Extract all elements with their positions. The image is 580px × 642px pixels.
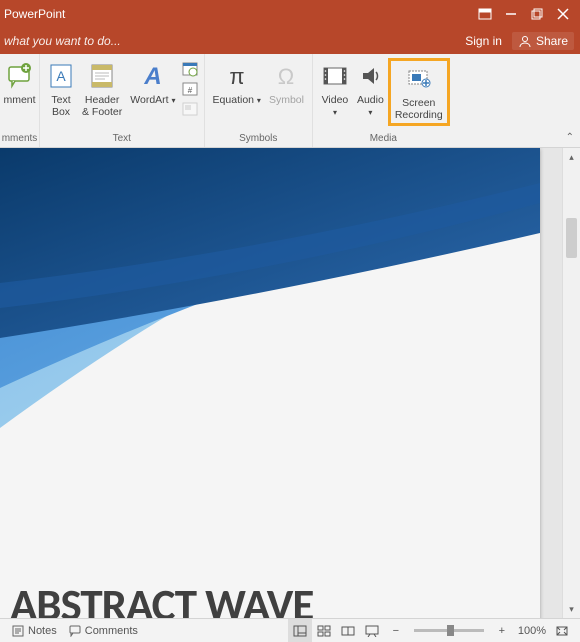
header-footer-label: Header & Footer: [82, 94, 122, 118]
symbol-icon: Ω: [272, 60, 300, 92]
wave-graphic: [0, 148, 540, 458]
text-group-label: Text: [40, 131, 204, 147]
screen-recording-button[interactable]: Screen Recording: [388, 58, 450, 126]
comments-group: mment mments: [0, 54, 40, 147]
comments-button[interactable]: Comments: [63, 619, 144, 642]
text-box-label: Text Box: [51, 94, 70, 118]
symbol-button[interactable]: Ω Symbol: [265, 58, 308, 108]
screen-recording-label: Screen Recording: [395, 97, 443, 121]
tellme-row: what you want to do... Sign in Share: [0, 28, 580, 54]
audio-button[interactable]: Audio▾: [353, 58, 388, 120]
new-comment-button[interactable]: mment: [0, 58, 40, 108]
slide-area[interactable]: ABSTRACT WAVE Click to add subtitle: [0, 148, 562, 618]
date-time-button[interactable]: [180, 60, 200, 78]
svg-text:#: #: [187, 86, 192, 95]
date-time-icon: [182, 61, 198, 77]
slideshow-view-button[interactable]: [360, 619, 384, 642]
slide[interactable]: ABSTRACT WAVE Click to add subtitle: [0, 148, 540, 618]
app-name: PowerPoint: [0, 7, 65, 21]
video-icon: [321, 60, 349, 92]
minimize-button[interactable]: [498, 0, 524, 28]
comments-group-label: mments: [0, 131, 39, 147]
symbols-group-label: Symbols: [205, 131, 312, 147]
text-small-buttons: #: [180, 58, 200, 118]
header-footer-icon: [89, 60, 115, 92]
video-label: Video▾: [322, 94, 349, 118]
equation-label: Equation ▾: [213, 94, 261, 106]
collapse-ribbon-button[interactable]: ⌃: [566, 132, 574, 143]
sign-in-link[interactable]: Sign in: [465, 34, 502, 48]
zoom-in-button[interactable]: +: [490, 619, 514, 642]
notes-label: Notes: [28, 625, 57, 637]
scroll-down-button[interactable]: ▾: [563, 600, 580, 618]
svg-text:Ω: Ω: [278, 64, 294, 89]
audio-label: Audio▾: [357, 94, 384, 118]
screen-recording-icon: [405, 63, 433, 95]
comments-label: Comments: [85, 625, 138, 637]
video-button[interactable]: Video▾: [317, 58, 353, 120]
title-bar: PowerPoint: [0, 0, 580, 28]
status-bar: Notes Comments − + 100%: [0, 618, 580, 642]
share-icon: [518, 34, 532, 48]
text-box-button[interactable]: A Text Box: [44, 58, 78, 120]
tell-me-input[interactable]: what you want to do...: [0, 34, 121, 48]
object-button[interactable]: [180, 100, 200, 118]
wordart-icon: A: [140, 60, 166, 92]
object-icon: [182, 101, 198, 117]
slide-number-icon: #: [182, 81, 198, 97]
media-group: Video▾ Audio▾ Screen Recording Media: [313, 54, 454, 147]
zoom-out-button[interactable]: −: [384, 619, 408, 642]
comment-label: mment: [3, 94, 35, 106]
svg-text:A: A: [56, 68, 66, 84]
ribbon: mment mments A Text Box Header & Footer …: [0, 54, 580, 148]
share-button[interactable]: Share: [512, 32, 574, 50]
equation-icon: π: [222, 60, 252, 92]
wordart-label: WordArt ▾: [130, 94, 175, 106]
audio-icon: [357, 60, 383, 92]
vertical-scrollbar[interactable]: ▴ ▾: [562, 148, 580, 618]
restore-button[interactable]: [524, 0, 550, 28]
notes-icon: [12, 625, 24, 637]
slide-number-button[interactable]: #: [180, 80, 200, 98]
comments-icon: [69, 625, 81, 637]
window-buttons: [472, 0, 576, 28]
wordart-button[interactable]: A WordArt ▾: [126, 58, 179, 108]
scroll-thumb[interactable]: [566, 218, 577, 258]
slide-title[interactable]: ABSTRACT WAVE: [10, 578, 313, 618]
fit-to-window-button[interactable]: [550, 619, 574, 642]
scroll-up-button[interactable]: ▴: [563, 148, 580, 166]
zoom-slider-handle[interactable]: [447, 625, 454, 636]
slide-sorter-view-button[interactable]: [312, 619, 336, 642]
text-group: A Text Box Header & Footer A WordArt ▾: [40, 54, 205, 147]
workspace: ABSTRACT WAVE Click to add subtitle ▴ ▾: [0, 148, 580, 618]
zoom-slider[interactable]: [414, 629, 484, 632]
symbol-label: Symbol: [269, 94, 304, 106]
zoom-level[interactable]: 100%: [514, 625, 550, 637]
close-button[interactable]: [550, 0, 576, 28]
symbols-group: π Equation ▾ Ω Symbol Symbols: [205, 54, 313, 147]
notes-button[interactable]: Notes: [6, 619, 63, 642]
text-box-icon: A: [48, 60, 74, 92]
normal-view-button[interactable]: [288, 619, 312, 642]
share-label: Share: [536, 34, 568, 48]
media-group-label: Media: [313, 131, 454, 147]
svg-text:A: A: [143, 63, 161, 90]
comment-icon: [7, 60, 33, 92]
svg-text:π: π: [229, 64, 244, 89]
ribbon-display-options-button[interactable]: [472, 0, 498, 28]
equation-button[interactable]: π Equation ▾: [209, 58, 265, 108]
reading-view-button[interactable]: [336, 619, 360, 642]
header-footer-button[interactable]: Header & Footer: [78, 58, 126, 120]
